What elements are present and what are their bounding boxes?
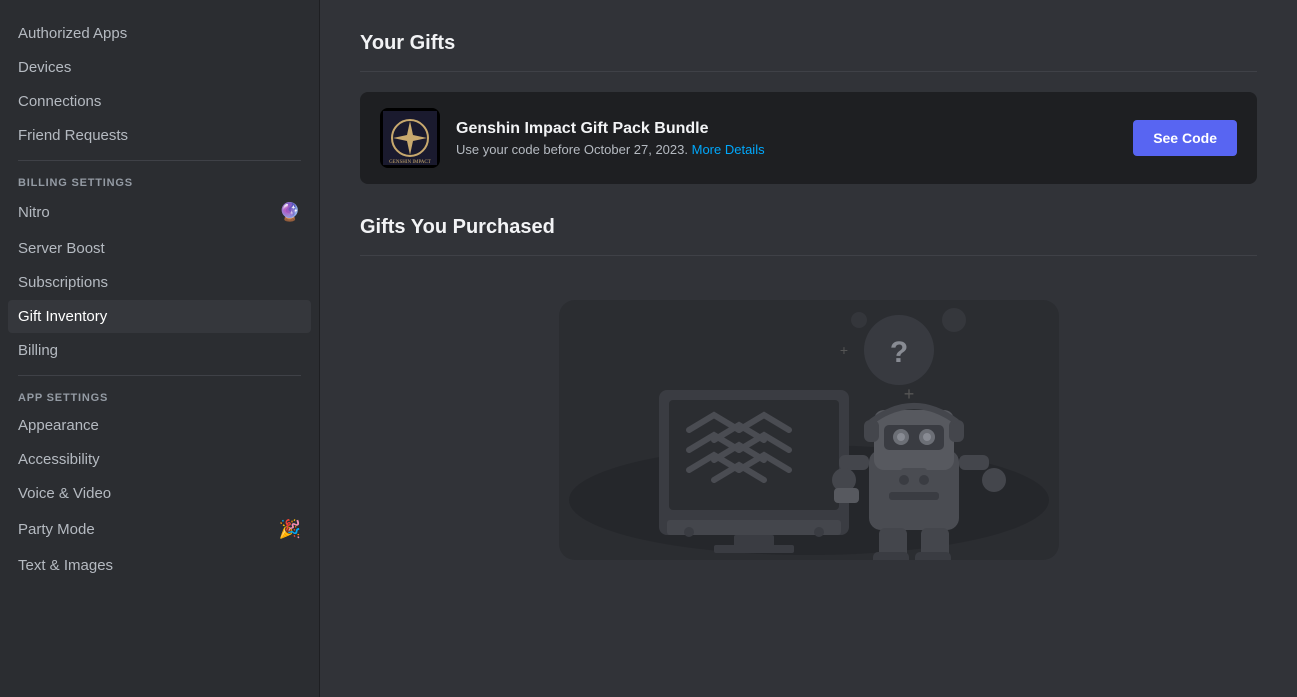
sidebar: Authorized Apps Devices Connections Frie…	[0, 0, 320, 697]
svg-text:?: ?	[889, 336, 907, 369]
sidebar-item-label: Billing	[18, 342, 58, 359]
sidebar-item-friend-requests[interactable]: Friend Requests	[8, 119, 311, 152]
sidebar-item-appearance[interactable]: Appearance	[8, 409, 311, 442]
sidebar-item-label: Accessibility	[18, 451, 100, 468]
party-mode-icon: 🎉	[279, 519, 301, 540]
sidebar-item-label: Server Boost	[18, 240, 105, 257]
see-code-button[interactable]: See Code	[1133, 120, 1237, 156]
sidebar-top-items: Authorized Apps Devices Connections Frie…	[8, 17, 311, 152]
sidebar-item-label: Connections	[18, 93, 101, 110]
sidebar-item-party-mode[interactable]: Party Mode 🎉	[8, 511, 311, 548]
sidebar-item-label: Authorized Apps	[18, 25, 127, 42]
svg-text:GENSHIN IMPACT: GENSHIN IMPACT	[389, 160, 431, 165]
sidebar-billing-items: Nitro 🔮 Server Boost Subscriptions Gift …	[8, 194, 311, 367]
gift-card-title: Genshin Impact Gift Pack Bundle	[456, 120, 1117, 138]
svg-text:+: +	[839, 342, 847, 358]
gift-card: GENSHIN IMPACT Genshin Impact Gift Pack …	[360, 92, 1257, 184]
sidebar-item-label: Voice & Video	[18, 485, 111, 502]
sidebar-item-label: Party Mode	[18, 521, 95, 538]
gift-card-subtitle-text: Use your code before October 27, 2023.	[456, 142, 688, 157]
gift-card-image: GENSHIN IMPACT	[380, 108, 440, 168]
empty-illustration: ? + +	[559, 300, 1059, 560]
sidebar-item-label: Nitro	[18, 204, 50, 221]
sidebar-divider-billing	[18, 160, 301, 161]
sidebar-item-devices[interactable]: Devices	[8, 51, 311, 84]
svg-text:+: +	[903, 384, 914, 404]
purchased-divider	[360, 255, 1257, 256]
sidebar-item-label: Friend Requests	[18, 127, 128, 144]
sidebar-item-gift-inventory[interactable]: Gift Inventory	[8, 300, 311, 333]
gift-card-info: Genshin Impact Gift Pack Bundle Use your…	[456, 120, 1117, 157]
gift-card-subtitle: Use your code before October 27, 2023. M…	[456, 142, 1117, 157]
app-settings-label: APP SETTINGS	[8, 384, 311, 408]
sidebar-item-billing[interactable]: Billing	[8, 334, 311, 367]
nitro-icon: 🔮	[279, 202, 301, 223]
sidebar-divider-app	[18, 375, 301, 376]
your-gifts-divider	[360, 71, 1257, 72]
sidebar-item-connections[interactable]: Connections	[8, 85, 311, 118]
sidebar-item-authorized-apps[interactable]: Authorized Apps	[8, 17, 311, 50]
sidebar-app-items: Appearance Accessibility Voice & Video P…	[8, 409, 311, 582]
your-gifts-title: Your Gifts	[360, 32, 1257, 55]
sidebar-item-label: Text & Images	[18, 557, 113, 574]
sidebar-item-voice-video[interactable]: Voice & Video	[8, 477, 311, 510]
sidebar-item-nitro[interactable]: Nitro 🔮	[8, 194, 311, 231]
billing-settings-label: BILLING SETTINGS	[8, 169, 311, 193]
main-content: Your Gifts GENSHIN IMPACT Genshin Impact…	[320, 0, 1297, 697]
genshin-logo-icon: GENSHIN IMPACT	[383, 111, 437, 165]
sidebar-item-label: Gift Inventory	[18, 308, 107, 325]
sidebar-item-accessibility[interactable]: Accessibility	[8, 443, 311, 476]
purchased-title: Gifts You Purchased	[360, 216, 1257, 239]
empty-state-svg: ? + +	[559, 300, 1059, 560]
sidebar-item-label: Devices	[18, 59, 71, 76]
sidebar-item-label: Appearance	[18, 417, 99, 434]
empty-state: ? + +	[360, 280, 1257, 580]
more-details-link[interactable]: More Details	[692, 142, 765, 157]
sidebar-item-server-boost[interactable]: Server Boost	[8, 232, 311, 265]
sidebar-item-label: Subscriptions	[18, 274, 108, 291]
sidebar-item-subscriptions[interactable]: Subscriptions	[8, 266, 311, 299]
sidebar-item-text-images[interactable]: Text & Images	[8, 549, 311, 582]
